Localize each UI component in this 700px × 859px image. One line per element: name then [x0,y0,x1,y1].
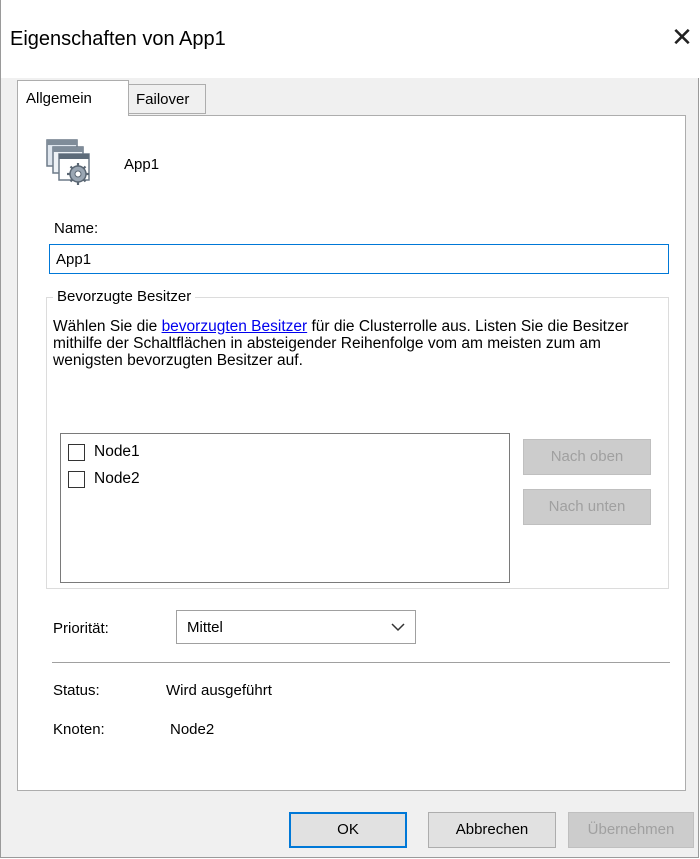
priority-label: Priorität: [53,620,109,637]
preferred-owners-title: Bevorzugte Besitzer [53,288,196,305]
status-value: Wird ausgeführt [166,682,272,699]
tab-failover[interactable]: Failover [128,84,206,114]
preferred-owners-link[interactable]: bevorzugten Besitzer [162,318,308,335]
chevron-down-icon [391,623,405,632]
ok-button[interactable]: OK [289,812,407,848]
title-bar: Eigenschaften von App1 ✕ [1,0,700,78]
preferred-owners-group: Bevorzugte Besitzer Wählen Sie die bevor… [46,288,669,589]
close-icon[interactable]: ✕ [669,22,695,52]
cancel-button[interactable]: Abbrechen [428,812,556,848]
cluster-application-icon [46,139,90,185]
name-input[interactable] [49,244,669,274]
name-label: Name: [54,220,99,237]
tab-failover-label: Failover [136,91,190,108]
node1-label: Node1 [94,443,140,460]
status-label: Status: [53,682,100,699]
window-title: Eigenschaften von App1 [10,28,226,50]
node2-checkbox[interactable] [68,471,85,488]
priority-select[interactable]: Mittel [176,610,416,644]
node2-label: Node2 [94,470,140,487]
description-text-start: Wählen Sie die [53,318,162,335]
tab-general[interactable]: Allgemein [17,80,129,116]
node1-checkbox[interactable] [68,444,85,461]
move-up-button[interactable]: Nach oben [523,439,651,475]
apply-button[interactable]: Übernehmen [568,812,694,848]
node-label: Knoten: [53,721,105,738]
app-name: App1 [124,156,160,173]
priority-value: Mittel [187,619,223,636]
tab-general-label: Allgemein [26,90,92,107]
tab-panel-general: App1 Name: Bevorzugte Besitzer Wählen Si… [17,115,686,791]
divider [52,662,670,663]
move-down-button[interactable]: Nach unten [523,489,651,525]
preferred-owners-description: Wählen Sie die bevorzugten Besitzer für … [53,318,663,369]
node-value: Node2 [170,721,215,738]
owner-list[interactable]: Node1 Node2 [60,433,510,583]
properties-dialog: Eigenschaften von App1 ✕ Allgemein Failo… [0,0,700,858]
